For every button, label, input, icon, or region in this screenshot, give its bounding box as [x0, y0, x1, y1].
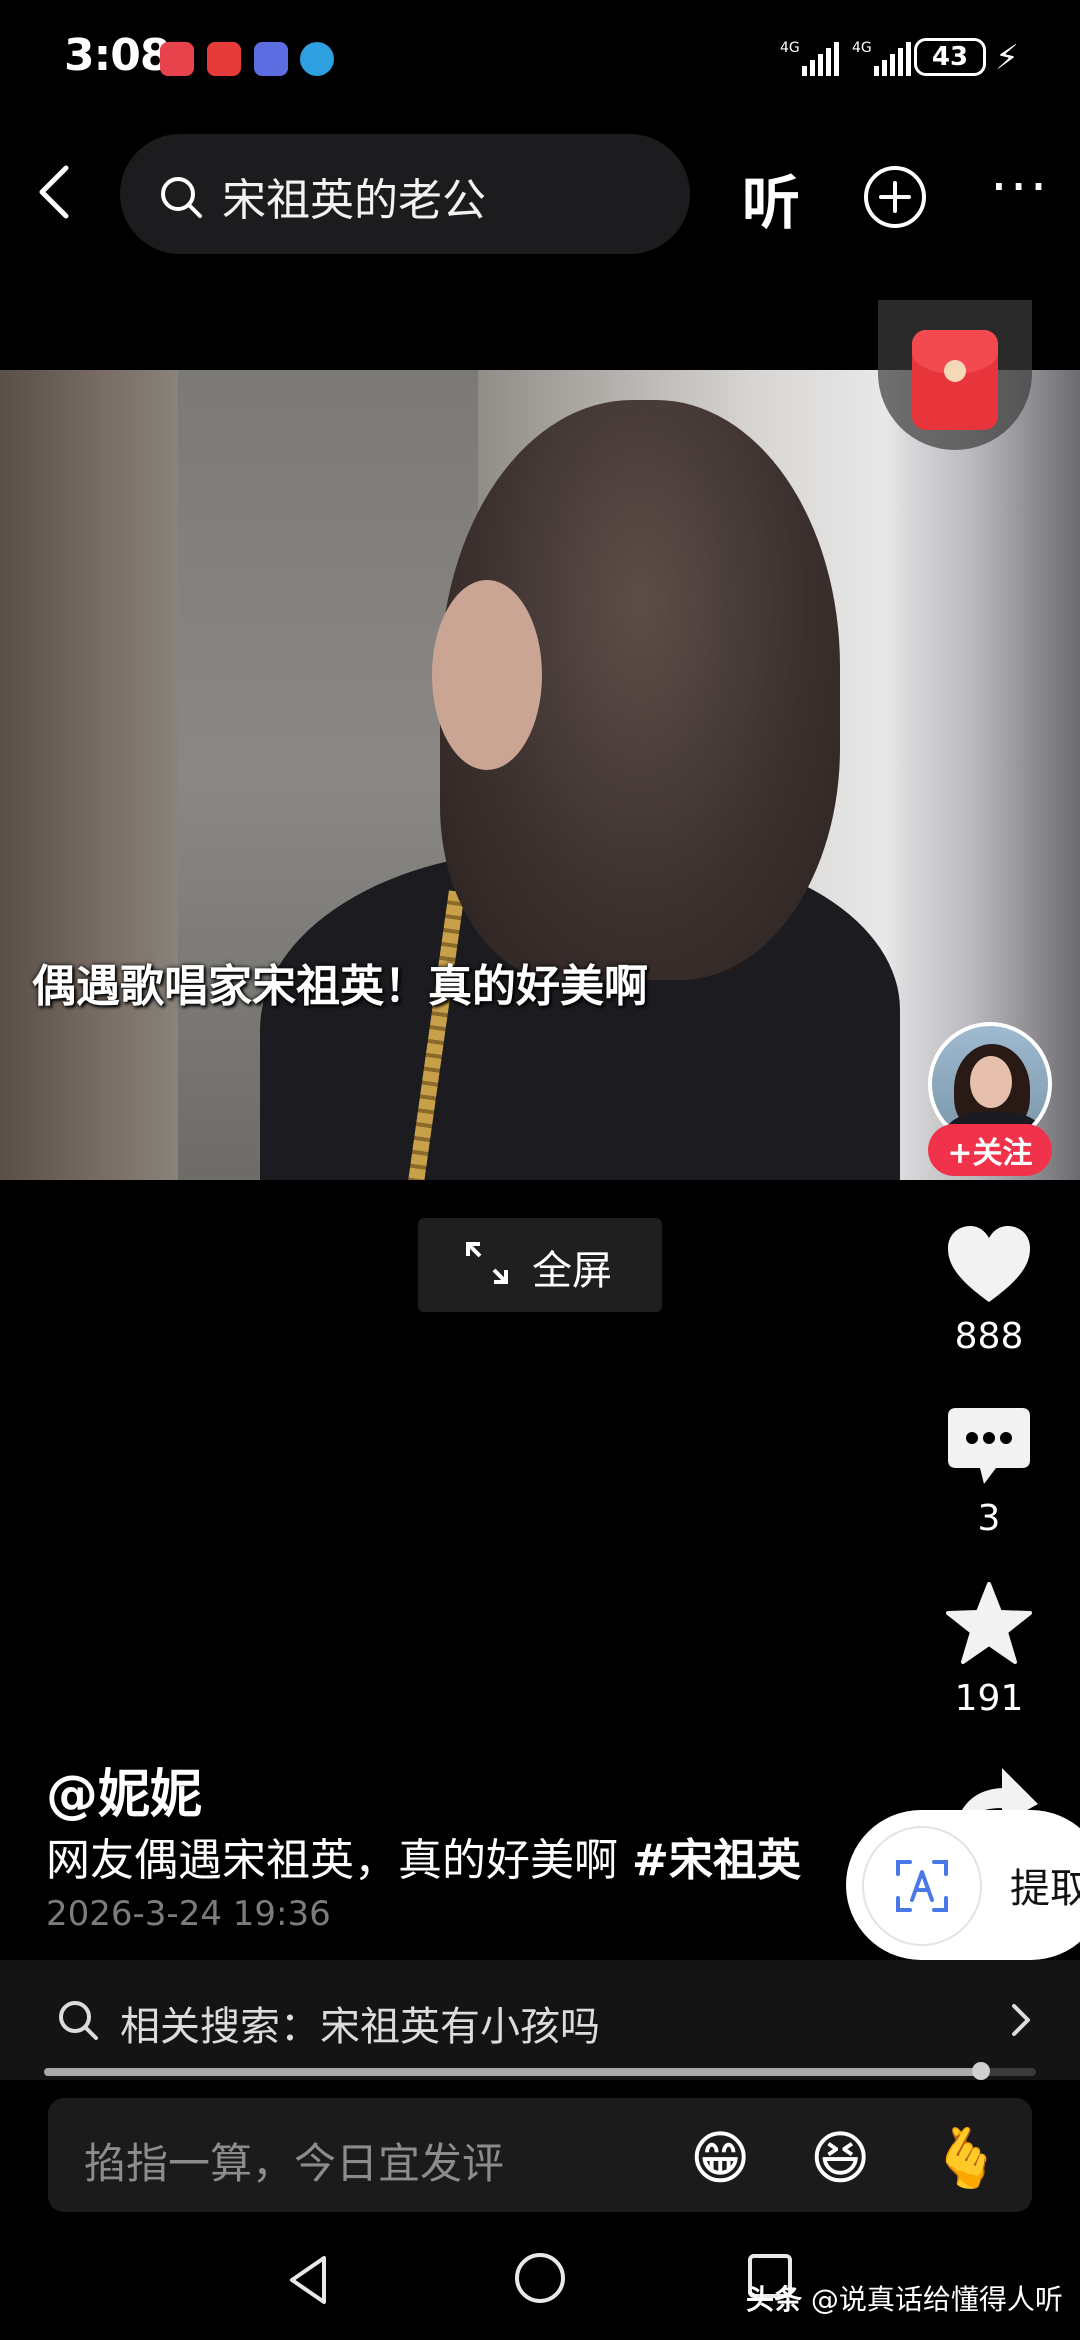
video-player[interactable]: 偶遇歌唱家宋祖英！真的好美啊	[0, 370, 1080, 1180]
battery-indicator: 43	[914, 38, 986, 76]
watermark-account: @说真话给懂得人听	[802, 2283, 1063, 2316]
red-envelope-icon[interactable]	[912, 330, 998, 430]
post-date: 2026-3-24 19:36	[46, 1894, 331, 1934]
comment-count: 3	[977, 1498, 1001, 1539]
signal-icon: 4G	[780, 40, 839, 76]
listen-button[interactable]: 听	[742, 156, 800, 240]
expand-icon	[466, 1242, 508, 1284]
add-icon[interactable]	[862, 164, 928, 230]
related-search-label[interactable]: 相关搜索：宋祖英有小孩吗	[120, 1994, 600, 2052]
favorite-count: 191	[954, 1678, 1024, 1719]
back-icon[interactable]	[26, 160, 90, 224]
search-icon	[161, 177, 202, 218]
video-figure-face	[432, 580, 542, 770]
laugh-emoji-button[interactable]: 😆	[810, 2124, 870, 2192]
video-caption: 偶遇歌唱家宋祖英！真的好美啊	[32, 961, 648, 1012]
fullscreen-label: 全屏	[532, 1248, 612, 1294]
more-icon[interactable]: ···	[990, 160, 1047, 228]
post-description: 网友偶遇宋祖英，真的好美啊 #宋祖英	[46, 1824, 801, 1888]
comment-icon[interactable]	[944, 1402, 1034, 1492]
text-scan-icon	[896, 1860, 948, 1912]
grin-emoji-button[interactable]: 😁	[690, 2124, 750, 2192]
chevron-right-icon[interactable]	[1006, 2000, 1036, 2040]
status-time: 3:08	[64, 30, 170, 81]
heart-icon[interactable]	[944, 1222, 1034, 1312]
like-count: 888	[954, 1316, 1024, 1357]
huawei-mall-icon	[160, 42, 194, 76]
video-progress-fill	[44, 2068, 982, 2076]
browser-app-icon	[300, 42, 334, 76]
watermark: 头条 @说真话给懂得人听	[746, 2278, 1063, 2318]
signal-icon-2: 4G	[852, 40, 911, 76]
charging-icon: ⚡	[995, 38, 1019, 78]
author-name[interactable]: @妮妮	[46, 1752, 202, 1827]
search-icon	[59, 2001, 98, 2040]
watermark-brand: 头条	[746, 2283, 803, 2316]
hashtag-link[interactable]: #宋祖英	[632, 1835, 801, 1886]
svg-text:4G: 4G	[852, 40, 872, 56]
music-app-icon	[254, 42, 288, 76]
extract-label: 提取	[1010, 1866, 1080, 1912]
star-icon[interactable]	[944, 1580, 1034, 1670]
comment-placeholder[interactable]: 掐指一算，今日宜发评	[84, 2130, 504, 2191]
red-app-icon	[207, 42, 241, 76]
nav-back-icon[interactable]	[284, 2252, 332, 2308]
finger-heart-emoji-button[interactable]: 🫰	[930, 2124, 1002, 2193]
post-description-text: 网友偶遇宋祖英，真的好美啊	[46, 1835, 632, 1886]
search-query[interactable]: 宋祖英的老公	[222, 164, 486, 228]
svg-text:4G: 4G	[780, 40, 800, 56]
follow-button[interactable]: +关注	[928, 1124, 1052, 1176]
status-bar: 3:08 4G 4G 43 ⚡	[0, 0, 1080, 120]
nav-home-icon[interactable]	[512, 2250, 568, 2306]
